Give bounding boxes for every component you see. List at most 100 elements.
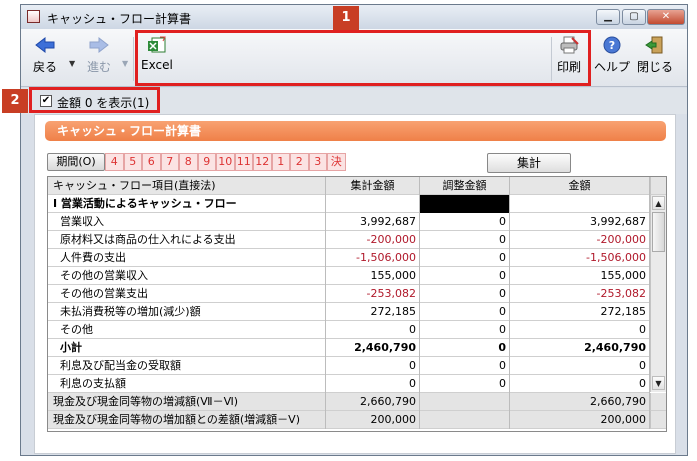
row-label: 営業収入 xyxy=(48,213,326,231)
period-month-2[interactable]: 2 xyxy=(290,153,309,171)
row-label: その他 xyxy=(48,321,326,339)
table-row[interactable]: Ⅰ 営業活動によるキャッシュ・フロー xyxy=(48,195,650,213)
table-header-row: キャッシュ・フロー項目(直接法) 集計金額 調整金額 金額 xyxy=(48,177,650,195)
exit-button[interactable]: 閉じる xyxy=(637,35,673,75)
forward-dropdown-icon: ▼ xyxy=(122,59,129,68)
footer-total: 2,660,790 xyxy=(326,393,420,411)
row-amount: 2,460,790 xyxy=(510,339,650,357)
table-row[interactable]: 人件費の支出 -1,506,000 0 -1,506,000 xyxy=(48,249,650,267)
callout-badge-2: 2 xyxy=(2,89,28,113)
period-month-5[interactable]: 5 xyxy=(123,153,142,171)
help-icon: ? xyxy=(603,36,621,54)
row-adjustment[interactable]: 0 xyxy=(420,357,510,375)
scroll-up-icon[interactable]: ▲ xyxy=(652,196,665,210)
svg-text:?: ? xyxy=(609,39,615,52)
forward-arrow-icon xyxy=(89,36,109,54)
scroll-thumb[interactable] xyxy=(652,212,665,252)
row-total: 0 xyxy=(326,375,420,393)
minimize-button[interactable]: ▁ xyxy=(596,9,620,25)
exit-label: 閉じる xyxy=(637,60,674,74)
row-label: 人件費の支出 xyxy=(48,249,326,267)
footer-row: 現金及び現金同等物の増減額(Ⅶ－Ⅵ) 2,660,790 2,660,790 xyxy=(48,393,650,411)
row-amount: 272,185 xyxy=(510,303,650,321)
row-amount: 155,000 xyxy=(510,267,650,285)
period-month-12[interactable]: 12 xyxy=(253,153,272,171)
row-adjustment[interactable]: 0 xyxy=(420,249,510,267)
cashflow-panel: キャッシュ・フロー計算書 期間(O) 4 5 6 7 8 9 10 11 12 … xyxy=(34,114,676,454)
row-adjustment[interactable]: 0 xyxy=(420,231,510,249)
period-month-7[interactable]: 7 xyxy=(160,153,179,171)
row-adjustment[interactable]: 0 xyxy=(420,267,510,285)
table-row[interactable]: その他の営業収入 155,000 0 155,000 xyxy=(48,267,650,285)
toolbar-separator xyxy=(133,37,134,81)
callout-badge-1: 1 xyxy=(333,6,359,30)
period-month-8[interactable]: 8 xyxy=(179,153,198,171)
row-adjustment[interactable]: 0 xyxy=(420,339,510,357)
period-month-3[interactable]: 3 xyxy=(308,153,327,171)
table-row[interactable]: 原材料又は商品の仕入れによる支出 -200,000 0 -200,000 xyxy=(48,231,650,249)
help-label: ヘルプ xyxy=(594,60,631,74)
row-total xyxy=(326,195,420,213)
period-month-4[interactable]: 4 xyxy=(105,153,124,171)
row-amount: 3,992,687 xyxy=(510,213,650,231)
row-adjustment[interactable]: 0 xyxy=(420,375,510,393)
period-month-10[interactable]: 10 xyxy=(216,153,235,171)
footer-amount: 2,660,790 xyxy=(510,393,650,411)
row-amount xyxy=(510,195,650,213)
cashflow-table: キャッシュ・フロー項目(直接法) 集計金額 調整金額 金額 Ⅰ 営業活動によるキ… xyxy=(47,176,667,432)
row-adjustment[interactable]: 0 xyxy=(420,303,510,321)
table-row[interactable]: 未払消費税等の増加(減少)額 272,185 0 272,185 xyxy=(48,303,650,321)
row-total: -1,506,000 xyxy=(326,249,420,267)
table-row[interactable]: 小計 2,460,790 0 2,460,790 xyxy=(48,339,650,357)
row-label: その他の営業収入 xyxy=(48,267,326,285)
row-total: -253,082 xyxy=(326,285,420,303)
row-amount: 0 xyxy=(510,357,650,375)
callout-box-toolbar xyxy=(135,30,591,86)
period-month-6[interactable]: 6 xyxy=(142,153,161,171)
row-adjustment[interactable]: 0 xyxy=(420,321,510,339)
footer-label: 現金及び現金同等物の増加額との差額(増減額－Ⅴ) xyxy=(48,411,326,429)
period-month-1[interactable]: 1 xyxy=(271,153,290,171)
footer-adjustment xyxy=(420,393,510,411)
row-label: 原材料又は商品の仕入れによる支出 xyxy=(48,231,326,249)
table-row[interactable]: 利息及び配当金の受取額 0 0 0 xyxy=(48,357,650,375)
row-adjustment[interactable]: 0 xyxy=(420,213,510,231)
table-row[interactable]: 営業収入 3,992,687 0 3,992,687 xyxy=(48,213,650,231)
period-month-11[interactable]: 11 xyxy=(234,153,253,171)
header-corner xyxy=(650,177,666,195)
table-row[interactable]: その他 0 0 0 xyxy=(48,321,650,339)
row-total: 0 xyxy=(326,321,420,339)
window-title: キャッシュ・フロー計算書 xyxy=(47,12,192,26)
exit-door-icon xyxy=(645,36,663,54)
forward-button: 進む xyxy=(87,35,111,75)
column-header-adjustment: 調整金額 xyxy=(420,177,510,195)
period-settlement[interactable]: 決 xyxy=(327,153,346,171)
row-adjustment[interactable] xyxy=(420,195,510,213)
scroll-down-icon[interactable]: ▼ xyxy=(652,376,665,390)
footer-adjustment xyxy=(420,411,510,429)
column-header-amount: 金額 xyxy=(510,177,650,195)
table-row[interactable]: その他の営業支出 -253,082 0 -253,082 xyxy=(48,285,650,303)
aggregate-button[interactable]: 集計 xyxy=(487,153,571,173)
row-total: 3,992,687 xyxy=(326,213,420,231)
row-total: -200,000 xyxy=(326,231,420,249)
column-header-item: キャッシュ・フロー項目(直接法) xyxy=(48,177,326,195)
back-dropdown-icon[interactable]: ▼ xyxy=(69,59,75,68)
table-row[interactable]: 利息の支払額 0 0 0 xyxy=(48,375,650,393)
close-window-button[interactable]: ✕ xyxy=(647,9,685,25)
footer-label: 現金及び現金同等物の増減額(Ⅶ－Ⅵ) xyxy=(48,393,326,411)
row-adjustment[interactable]: 0 xyxy=(420,285,510,303)
row-amount: -1,506,000 xyxy=(510,249,650,267)
row-total: 2,460,790 xyxy=(326,339,420,357)
back-button[interactable]: 戻る xyxy=(33,35,57,75)
back-label: 戻る xyxy=(33,60,58,74)
callout-box-option xyxy=(29,87,160,113)
period-button[interactable]: 期間(O) xyxy=(47,153,105,171)
maximize-button[interactable]: ▢ xyxy=(622,9,646,25)
help-button[interactable]: ? ヘルプ xyxy=(594,35,630,75)
footer-corner xyxy=(650,393,666,411)
footer-total: 200,000 xyxy=(326,411,420,429)
vertical-scrollbar[interactable]: ▲ ▼ xyxy=(650,195,666,392)
period-month-9[interactable]: 9 xyxy=(197,153,216,171)
row-total: 272,185 xyxy=(326,303,420,321)
